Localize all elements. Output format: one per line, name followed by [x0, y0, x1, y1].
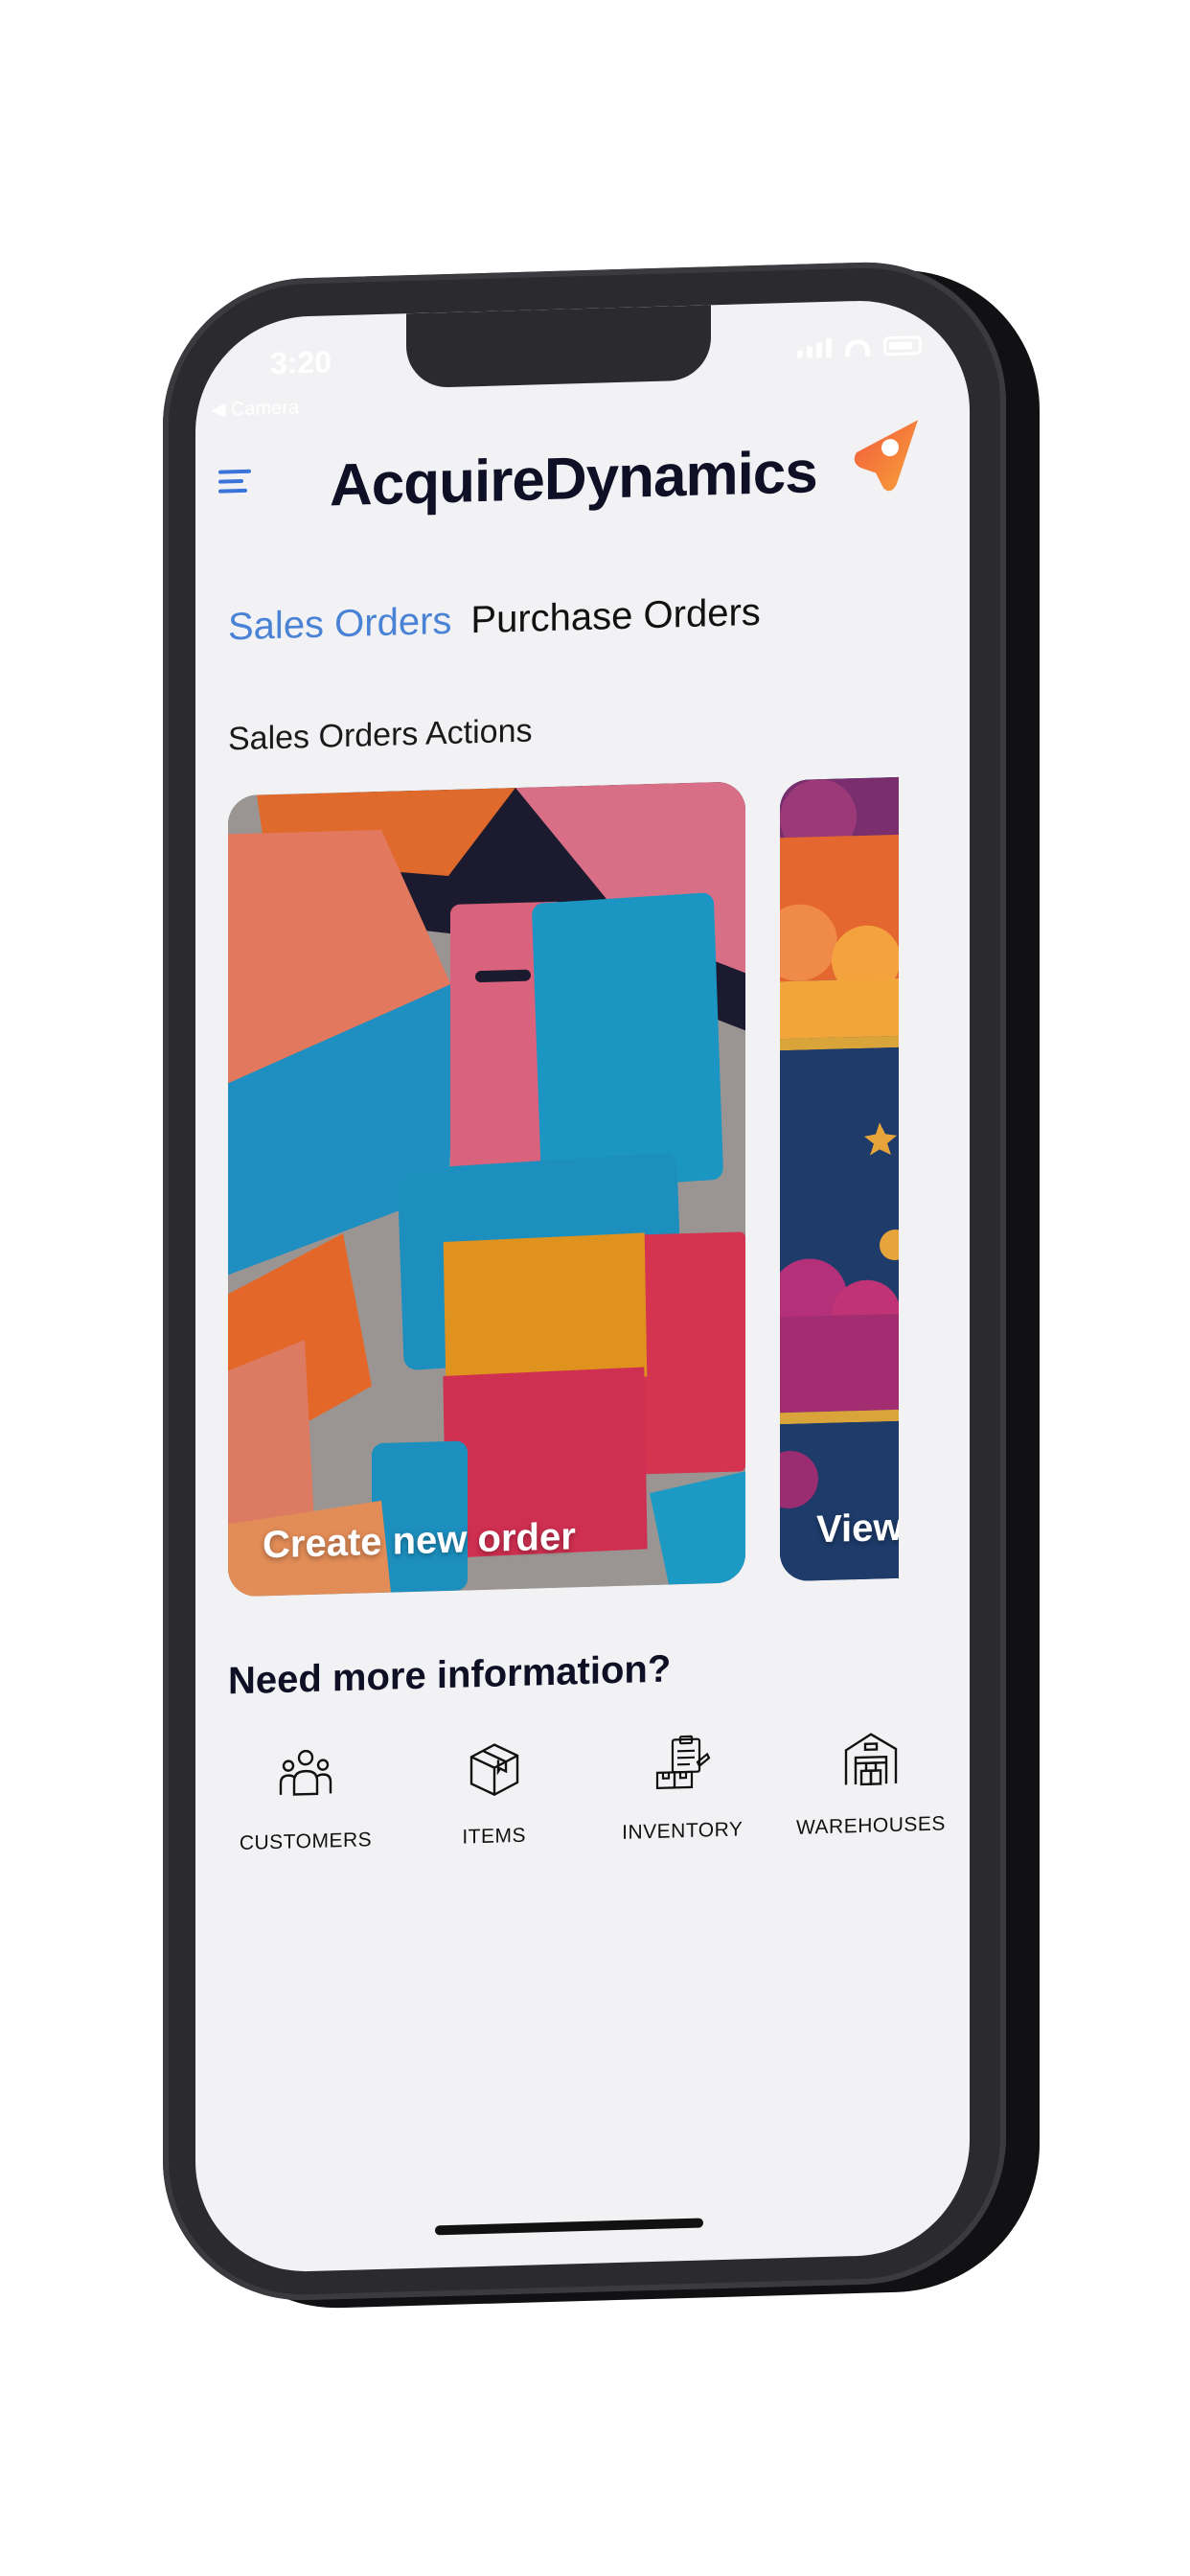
- wifi-icon: [845, 338, 870, 357]
- app-title: AcquireDynamics: [330, 439, 817, 519]
- location-pin-logo-icon[interactable]: [847, 414, 922, 502]
- info-heading: Need more information?: [228, 1647, 672, 1703]
- shortcut-label-items: ITEMS: [462, 1824, 526, 1849]
- tab-sales-orders[interactable]: Sales Orders: [228, 600, 451, 650]
- status-back-link[interactable]: ◀ Camera: [211, 395, 299, 422]
- home-indicator[interactable]: [435, 2218, 703, 2236]
- warehouse-icon: [844, 1733, 898, 1786]
- card-create-new-order[interactable]: Create new order: [228, 781, 745, 1598]
- status-icons: [797, 335, 922, 358]
- info-shortcuts: CUSTOMERS ITEMS INVENTORY WAREHOUSES: [215, 1726, 962, 1856]
- app-header: AcquireDynamics: [195, 413, 970, 531]
- card-view[interactable]: View: [780, 776, 899, 1582]
- action-card-carousel[interactable]: Create new order View: [228, 774, 970, 1600]
- clipboard-boxes-icon: [656, 1735, 711, 1789]
- shortcut-label-customers: CUSTOMERS: [239, 1828, 373, 1855]
- box-icon: [469, 1743, 518, 1796]
- card-label-view: View: [816, 1506, 899, 1552]
- shortcut-items[interactable]: ITEMS: [403, 1736, 585, 1851]
- people-group-icon: [279, 1749, 332, 1796]
- battery-icon: [883, 335, 922, 356]
- card-artwork-notebooks: [228, 781, 745, 1598]
- shortcut-label-inventory: INVENTORY: [622, 1818, 744, 1844]
- order-tabs: Sales Orders Purchase Orders: [228, 591, 761, 650]
- tab-purchase-orders[interactable]: Purchase Orders: [470, 591, 760, 642]
- signal-icon: [797, 337, 832, 358]
- shortcut-inventory[interactable]: INVENTORY: [591, 1731, 773, 1845]
- shortcut-customers[interactable]: CUSTOMERS: [215, 1741, 397, 1855]
- mockup-stage: 3:20 ◀ Camera AcquireDynamics Sales Orde…: [0, 0, 1190, 2576]
- card-artwork-clouds: [780, 776, 899, 1582]
- card-label-create-order: Create new order: [263, 1515, 576, 1567]
- hamburger-menu-icon[interactable]: [218, 469, 251, 495]
- app-screen: 3:20 ◀ Camera AcquireDynamics Sales Orde…: [195, 297, 970, 2275]
- shortcut-warehouses[interactable]: WAREHOUSES: [780, 1726, 962, 1840]
- status-time: 3:20: [270, 344, 332, 381]
- phone-notch: [406, 305, 711, 389]
- phone-frame: 3:20 ◀ Camera AcquireDynamics Sales Orde…: [163, 258, 1006, 2305]
- shortcut-label-warehouses: WAREHOUSES: [796, 1812, 946, 1839]
- section-title: Sales Orders Actions: [228, 712, 533, 758]
